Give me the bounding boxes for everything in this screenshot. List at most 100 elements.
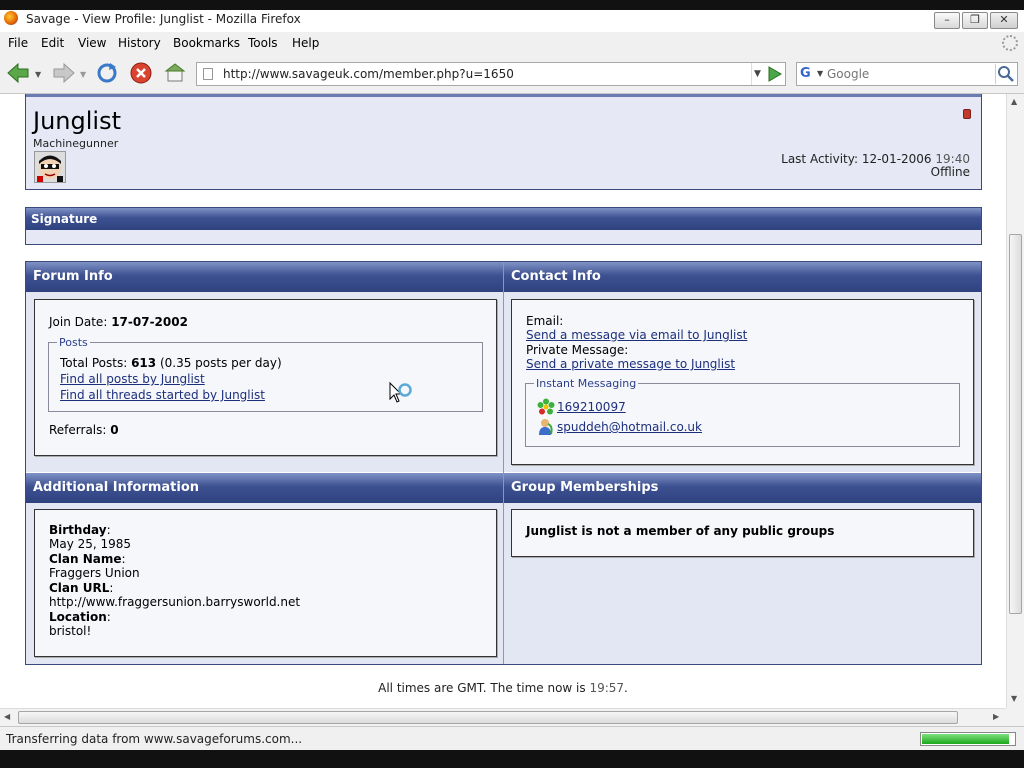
scroll-right-arrow-icon[interactable]: ▶: [993, 712, 999, 721]
posts-per-day: (0.35 posts per day): [159, 356, 282, 370]
menu-help[interactable]: Help: [292, 36, 319, 50]
icq-flower-icon: [537, 398, 555, 415]
vertical-scroll-thumb[interactable]: [1009, 234, 1022, 614]
birthday-colon: :: [106, 523, 111, 537]
find-posts-link[interactable]: Find all posts by Junglist: [60, 372, 205, 386]
send-pm-link[interactable]: Send a private message to Junglist: [526, 357, 735, 371]
menu-tools[interactable]: Tools: [248, 36, 278, 50]
menu-edit[interactable]: Edit: [41, 36, 64, 50]
close-window-button[interactable]: ✕: [990, 12, 1018, 29]
forum-info-section: Forum Info Join Date: 17-07-2002 Posts T…: [26, 262, 503, 472]
group-memberships-box: Junglist is not a member of any public g…: [511, 509, 974, 557]
footer-period: .: [624, 681, 628, 695]
maximize-button[interactable]: ❐: [962, 12, 988, 29]
clan-url-value: http://www.fraggersunion.barrysworld.net: [49, 595, 301, 609]
window-titlebar: Savage - View Profile: Junglist - Mozill…: [0, 0, 1024, 32]
signature-heading: Signature: [26, 208, 981, 230]
referrals-row: Referrals: 0: [49, 423, 119, 437]
scroll-down-arrow-icon[interactable]: ▼: [1011, 694, 1017, 703]
status-bar: Transferring data from www.savageforums.…: [0, 726, 1024, 750]
vertical-scrollbar[interactable]: ▲ ▼: [1006, 94, 1024, 708]
msn-address-link[interactable]: spuddeh@hotmail.co.uk: [557, 420, 702, 434]
footer-current-time: 19:57: [589, 681, 625, 695]
additional-info-box: Birthday: May 25, 1985 Clan Name: Fragge…: [34, 509, 497, 657]
url-dropdown-chevron-icon[interactable]: ▼: [751, 63, 763, 85]
reload-button[interactable]: [96, 62, 118, 84]
birthday-label: Birthday: [49, 523, 107, 537]
clan-name-row: Clan Name:: [49, 552, 126, 566]
search-icon: [998, 66, 1014, 82]
contact-info-box: Email: Send a message via email to Jungl…: [511, 299, 974, 465]
additional-info-section: Additional Information Birthday: May 25,…: [26, 473, 503, 664]
send-email-link[interactable]: Send a message via email to Junglist: [526, 328, 747, 342]
back-history-dropdown[interactable]: ▼: [35, 70, 41, 79]
horizontal-scrollbar[interactable]: ◀ ▶: [0, 708, 1006, 726]
navigation-toolbar: ▼ ▼ http://www.savageuk.com/member.php?u…: [0, 54, 1024, 94]
join-date-value: 17-07-2002: [111, 315, 188, 329]
clan-name-label: Clan Name: [49, 552, 122, 566]
horizontal-scroll-thumb[interactable]: [18, 711, 958, 724]
home-icon: [164, 63, 186, 82]
forum-info-box: Join Date: 17-07-2002 Posts Total Posts:…: [34, 299, 497, 456]
signature-panel: Signature: [25, 207, 982, 245]
clan-url-colon: :: [109, 581, 114, 595]
location-label: Location: [49, 610, 107, 624]
last-activity-time: 19:40: [935, 152, 970, 166]
busy-cursor-icon: [389, 382, 412, 403]
clan-name-colon: :: [121, 552, 126, 566]
posts-legend: Posts: [59, 336, 88, 349]
birthday-value: May 25, 1985: [49, 537, 132, 551]
clan-name-value: Fraggers Union: [49, 566, 140, 580]
scroll-up-arrow-icon[interactable]: ▲: [1011, 97, 1017, 106]
scroll-left-arrow-icon[interactable]: ◀: [4, 712, 10, 721]
forum-info-heading: Forum Info: [26, 262, 503, 292]
search-input[interactable]: [827, 65, 993, 83]
contact-info-section: Contact Info Email: Send a message via e…: [504, 262, 981, 472]
total-posts-value: 613: [131, 356, 157, 370]
address-bar[interactable]: http://www.savageuk.com/member.php?u=165…: [196, 62, 786, 86]
referrals-label: Referrals:: [49, 423, 107, 437]
clan-url-label: Clan URL: [49, 581, 110, 595]
search-engine-dropdown[interactable]: ▼: [817, 63, 823, 85]
search-bar[interactable]: G ▼: [796, 62, 1018, 86]
go-button[interactable]: [764, 64, 784, 84]
forward-history-dropdown[interactable]: ▼: [80, 70, 86, 79]
menu-file[interactable]: File: [8, 36, 28, 50]
profile-username: Junglist: [33, 107, 121, 135]
menu-view[interactable]: View: [78, 36, 106, 50]
pm-label: Private Message:: [526, 343, 629, 357]
forward-button[interactable]: [50, 62, 75, 84]
total-posts-label: Total Posts:: [60, 356, 128, 370]
avatar-image: [35, 152, 65, 182]
birthday-row: Birthday:: [49, 523, 111, 537]
back-button[interactable]: [6, 62, 29, 84]
stop-icon: [130, 62, 152, 84]
firefox-icon: [4, 11, 18, 25]
loading-progress-bar: [920, 732, 1016, 746]
loading-throbber-icon: [1002, 35, 1018, 51]
footer-text: All times are GMT. The time now is: [378, 681, 586, 695]
profile-info-panel: Forum Info Join Date: 17-07-2002 Posts T…: [25, 261, 982, 665]
column-divider: [503, 262, 504, 664]
home-button[interactable]: [164, 62, 186, 84]
reload-icon: [97, 63, 117, 83]
menu-bar: File Edit View History Bookmarks Tools H…: [0, 32, 1024, 54]
find-threads-link[interactable]: Find all threads started by Junglist: [60, 388, 265, 402]
minimize-button[interactable]: –: [934, 12, 960, 29]
url-text[interactable]: http://www.savageuk.com/member.php?u=165…: [223, 67, 514, 81]
menu-history[interactable]: History: [118, 36, 161, 50]
page-viewport: Junglist Machinegunner Last Activity: 12…: [0, 94, 1006, 708]
search-button[interactable]: [995, 64, 1015, 84]
referrals-value: 0: [110, 423, 119, 437]
window-title: Savage - View Profile: Junglist - Mozill…: [26, 12, 301, 26]
stop-button[interactable]: [130, 62, 152, 84]
status-text: Transferring data from www.savageforums.…: [6, 732, 303, 746]
icq-number-link[interactable]: 169210097: [557, 400, 626, 414]
last-activity: Last Activity: 12-01-2006 19:40: [781, 152, 970, 166]
google-icon[interactable]: G: [800, 66, 816, 82]
menu-bookmarks[interactable]: Bookmarks: [173, 36, 240, 50]
page-icon: [203, 68, 213, 80]
group-memberships-section: Group Memberships Junglist is not a memb…: [504, 473, 981, 664]
scrollbar-corner: [1006, 708, 1024, 726]
profile-usertitle: Machinegunner: [33, 137, 119, 150]
